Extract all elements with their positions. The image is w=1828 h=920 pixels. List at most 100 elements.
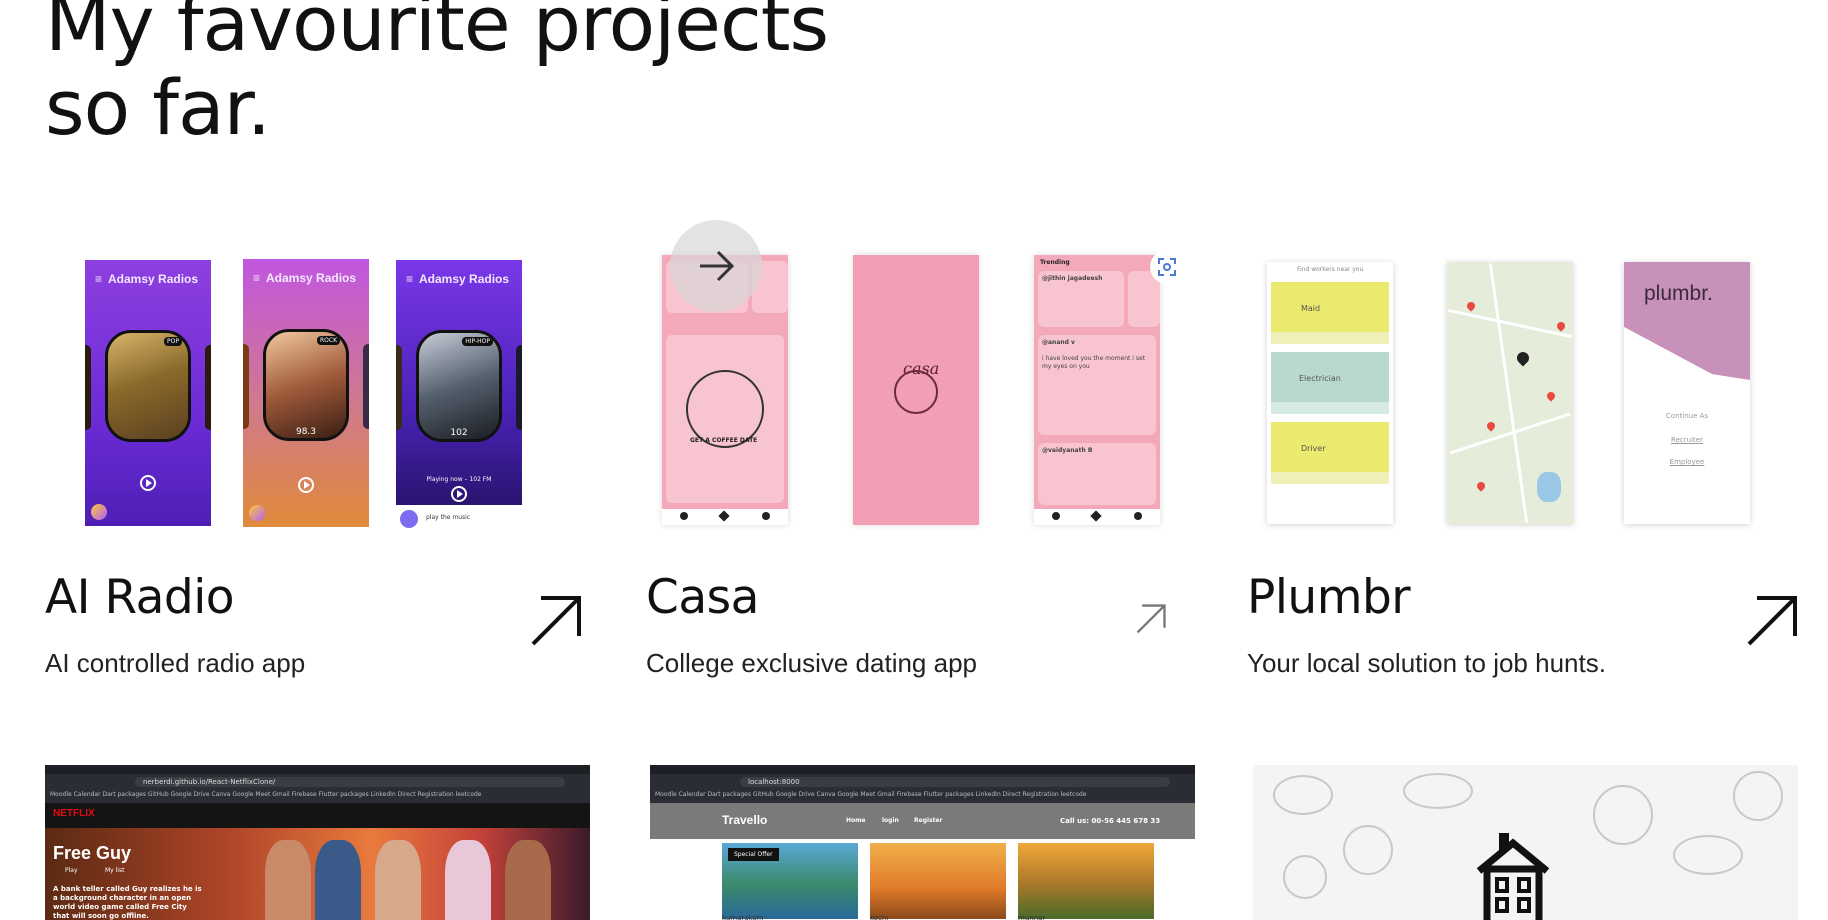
profile-icon	[1134, 512, 1142, 520]
job-card-maid: Maid	[1271, 282, 1389, 332]
map-pin-icon	[1555, 320, 1567, 332]
album-art: ROCK	[263, 329, 349, 441]
project-description: Your local solution to job hunts.	[1247, 648, 1606, 678]
ai-radio-screen-3: ≡ Adamsy Radios HIP-HOP 102 Playing now –…	[396, 260, 522, 505]
project-card-ai-radio[interactable]: ≡ Adamsy Radios POP ≡ Adamsy Radios ROCK 9…	[45, 210, 605, 678]
post-text: i have loved you the moment i set my eye…	[1042, 355, 1146, 370]
project-description: College exclusive dating app	[646, 648, 977, 678]
map-pin-icon	[1465, 300, 1477, 312]
arrow-right-icon	[700, 250, 734, 282]
recruiter-option: Recruiter	[1671, 436, 1703, 444]
destination-caption: kochi	[870, 914, 889, 920]
job-card-footer	[1271, 332, 1389, 344]
music-icon	[1052, 512, 1060, 520]
house-app-preview[interactable]	[1253, 765, 1798, 920]
open-project-arrow-icon[interactable]	[1743, 592, 1801, 650]
stop-icon	[451, 486, 467, 502]
project-card-plumbr[interactable]: Find workers near you Maid Electrician D…	[1247, 210, 1807, 678]
destination-caption: munnar	[1018, 914, 1046, 920]
contact-phone: Call us: 00-56 445 678 33	[1060, 817, 1161, 825]
nav-home[interactable]: Home	[846, 817, 865, 824]
project-title[interactable]: Plumbr	[1247, 570, 1411, 625]
casa-bottom-nav	[662, 509, 788, 525]
lens-icon	[1158, 258, 1176, 276]
worker-location-icon	[1514, 349, 1532, 367]
movie-title: Free Guy	[53, 843, 132, 863]
netflix-clone-preview[interactable]: nerberdi.github.io/React-NetflixClone/ M…	[45, 765, 590, 920]
project-description: AI controlled radio app	[45, 648, 306, 678]
travello-logo: Travello	[722, 813, 768, 827]
job-card-electrician: Electrician	[1271, 352, 1389, 402]
plumbr-screen-jobs: Find workers near you Maid Electrician D…	[1267, 262, 1393, 524]
carousel-side-card	[205, 345, 211, 430]
browser-url-bar: nerberdi.github.io/React-NetflixClone/	[135, 777, 565, 787]
map-pin-icon	[1485, 420, 1497, 432]
carousel-side-card	[396, 345, 402, 430]
map-pin-icon	[1475, 480, 1487, 492]
now-playing-text: Playing now – 102 FM	[426, 476, 492, 483]
ai-radio-screenshots: ≡ Adamsy Radios POP ≡ Adamsy Radios ROCK 9…	[45, 210, 605, 550]
radio-app-header: ≡ Adamsy Radios	[253, 271, 357, 285]
project-title[interactable]: Casa	[646, 570, 759, 625]
job-card-footer	[1271, 472, 1389, 484]
map-water	[1537, 472, 1561, 502]
assistant-icon	[91, 504, 107, 520]
frequency-readout: 98.3	[295, 427, 317, 437]
map-pin-icon	[1545, 390, 1557, 402]
my-list-button[interactable]: My list	[105, 867, 124, 874]
employee-option: Employee	[1669, 458, 1705, 466]
plumbr-screen-map	[1447, 262, 1573, 524]
carousel-side-card	[516, 345, 522, 430]
casa-screenshots: GET A COFFEE DATE casa Trending @jithin …	[646, 210, 1206, 550]
trending-tab: Trending	[1040, 259, 1070, 266]
heart-icon	[1090, 510, 1102, 522]
profile-icon	[762, 512, 770, 520]
open-project-arrow-icon[interactable]	[527, 592, 585, 650]
page-title: My favourite projects so far.	[45, 0, 829, 150]
play-button[interactable]: Play	[65, 867, 78, 874]
play-icon	[298, 477, 314, 493]
carousel-side-card	[243, 344, 249, 429]
browser-url-bar: localhost:8000	[740, 777, 1170, 787]
carousel-next-button[interactable]	[670, 220, 762, 312]
heart-icon	[718, 510, 730, 522]
destination-image	[870, 843, 1006, 919]
open-project-arrow-icon[interactable]	[1134, 602, 1168, 636]
continue-as-label: Continue As	[1665, 412, 1709, 420]
browser-tabs	[45, 765, 590, 774]
play-icon	[140, 475, 156, 491]
ai-radio-screen-1: ≡ Adamsy Radios POP	[85, 260, 211, 526]
casa-logo-icon	[894, 370, 938, 414]
chat-prompt: play the music	[426, 514, 471, 521]
nav-login[interactable]: login	[882, 817, 899, 824]
album-art: HIP-HOP	[416, 330, 502, 442]
post-card	[1038, 335, 1156, 435]
bookmarks-bar: Moodle Calendar Dart packages GitHub Goo…	[50, 791, 482, 798]
plumbr-screen-landing: plumbr. Continue As Recruiter Employee	[1624, 262, 1750, 524]
assistant-icon	[249, 505, 265, 521]
radio-chat-bar: play the music	[396, 505, 522, 533]
post-user: @vaidyanath B	[1042, 447, 1093, 454]
job-card-driver: Driver	[1271, 422, 1389, 472]
carousel-side-card	[85, 345, 91, 430]
netflix-logo: NETFLIX	[53, 808, 95, 819]
plumbr-logo: plumbr.	[1644, 282, 1713, 305]
ai-radio-screen-2: ≡ Adamsy Radios ROCK 98.3	[243, 259, 369, 527]
post-user: @jithin jagadeesh	[1042, 275, 1103, 282]
casa-bottom-nav	[1034, 509, 1160, 525]
project-title[interactable]: AI Radio	[45, 570, 235, 625]
project-card-casa[interactable]: GET A COFFEE DATE casa Trending @jithin …	[646, 210, 1206, 678]
travello-preview[interactable]: localhost:8000 Moodle Calendar Dart pack…	[650, 765, 1195, 920]
post-user: @anand v	[1042, 339, 1075, 346]
visual-search-button[interactable]	[1150, 250, 1184, 284]
browser-tabs	[650, 765, 1195, 774]
nav-register[interactable]: Register	[914, 817, 943, 824]
page-title-line-1: My favourite projects	[45, 0, 829, 68]
radio-app-header: ≡ Adamsy Radios	[95, 272, 199, 286]
carousel-side-card	[363, 344, 369, 429]
frequency-readout: 102	[450, 428, 468, 438]
music-icon	[680, 512, 688, 520]
album-art: POP	[105, 330, 191, 442]
movie-description: A bank teller called Guy realizes he is …	[53, 885, 202, 920]
special-offer-badge: Special Offer	[728, 848, 779, 861]
